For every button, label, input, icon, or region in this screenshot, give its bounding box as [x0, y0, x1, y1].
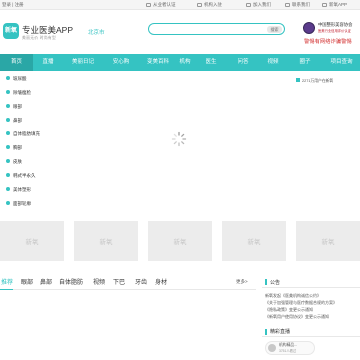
sidebar-item-eyes[interactable]: 眼部 [6, 102, 22, 112]
user-count-notice: 2271万用户在新氧 [296, 78, 333, 84]
nav-item-circles[interactable]: 圈子 [292, 54, 318, 71]
live-title: 精彩直播 [270, 329, 291, 335]
section-accent-bar [265, 279, 267, 285]
nav-item-diary[interactable]: 美丽日记 [66, 54, 100, 71]
certification-subtitle: 医美行业信用评价认证 [318, 29, 351, 33]
sidebar-item-wrinkle[interactable]: 除皱瘦脸 [6, 88, 31, 98]
announcement-item[interactable]: 《关于加强管理与医疗数据合规的方案》 [265, 300, 337, 306]
nav-item-institutions[interactable]: 机构 [172, 54, 198, 71]
sidebar-item-body-contour[interactable]: 美体塑形 [6, 185, 31, 195]
face-icon [6, 90, 10, 94]
search-input[interactable] [155, 25, 263, 34]
sidebar-item-skin[interactable]: 皮肤 [6, 157, 22, 167]
tab-active-indicator [0, 289, 13, 290]
tab-teeth[interactable]: 牙齿 [135, 277, 147, 286]
avatar [268, 344, 276, 352]
sidebar-item-face-contour[interactable]: 面部轮廓 [6, 199, 31, 209]
tab-fat[interactable]: 自体脂肪 [59, 277, 83, 286]
announcement-item[interactable]: 新氧发起《医美机构诚信公约》 [265, 293, 321, 299]
tab-recommend[interactable]: 推荐 [1, 277, 13, 286]
sidebar-item-semi-permanent[interactable]: 韩式半永久 [6, 171, 36, 181]
loading-spinner-icon [171, 131, 187, 147]
shield-icon [146, 2, 151, 7]
nav-item-video[interactable]: 视频 [260, 54, 286, 71]
tab-divider [0, 289, 256, 290]
promo-tile[interactable]: 新氧 [74, 221, 138, 261]
announcement-item[interactable]: 《新氧用户使用协议》变更公示通知 [265, 314, 329, 320]
building-icon [197, 2, 202, 7]
figure-icon [6, 187, 10, 191]
app-download-link[interactable]: 新氧APP [322, 2, 347, 8]
brush-icon [6, 173, 10, 177]
login-register-link[interactable]: 登录 | 注册 [2, 2, 24, 8]
logo[interactable]: 新氧 [3, 23, 19, 39]
skin-icon [6, 159, 10, 163]
live-card-viewers: 3751人看过 [279, 349, 297, 353]
nav-item-doctors[interactable]: 医生 [198, 54, 224, 71]
announcement-item[interactable]: 《隐私政策》变更公示通知 [265, 307, 313, 313]
nav-item-encyclopedia[interactable]: 变美百科 [140, 54, 176, 71]
tab-eyes[interactable]: 眼部 [21, 277, 33, 286]
tab-chin[interactable]: 下巴 [113, 277, 125, 286]
practitioner-cert-link[interactable]: 从业者认证 [146, 2, 176, 8]
syringe-icon [6, 76, 10, 80]
badge-icon [296, 78, 300, 82]
promo-tile[interactable]: 新氧 [148, 221, 212, 261]
nav-item-live[interactable]: 直播 [34, 54, 62, 71]
fat-icon [6, 131, 10, 135]
jaw-icon [6, 201, 10, 205]
tab-nose[interactable]: 鼻部 [40, 277, 52, 286]
contact-us-link[interactable]: 联系我们 [285, 2, 310, 8]
announcement-title: 公告 [270, 280, 281, 286]
right-panel [290, 71, 360, 214]
nav-item-home[interactable]: 首页 [0, 54, 33, 71]
nav-item-project-search[interactable]: 项目查询 [323, 54, 360, 71]
tab-body[interactable]: 身材 [155, 277, 167, 286]
search-box: 搜索 [148, 23, 285, 35]
content-tabs: 推荐 眼部 鼻部 自体脂肪 视频 下巴 牙齿 身材 [0, 277, 260, 288]
promo-tile[interactable]: 新氧 [296, 221, 360, 261]
section-accent-bar [265, 329, 267, 335]
join-us-link[interactable]: 加入我们 [246, 2, 271, 8]
more-link[interactable]: 更多> [236, 279, 248, 285]
promo-tile[interactable]: 新氧 [0, 221, 64, 261]
nav-item-qa[interactable]: 问答 [230, 54, 256, 71]
fraud-warning[interactable]: 警惕有网络诈骗警惕 [304, 37, 352, 45]
mail-icon [285, 2, 290, 7]
sidebar-item-nose[interactable]: 鼻部 [6, 116, 22, 126]
nose-icon [6, 118, 10, 122]
sidebar-item-chest[interactable]: 胸部 [6, 143, 22, 153]
association-seal-icon [303, 22, 315, 34]
city-selector[interactable]: 北京市 [88, 28, 105, 36]
eye-icon [6, 104, 10, 108]
top-utility-bar: 登录 | 注册 从业者认证 机构入驻 加入我们 联系我们 新氧APP [0, 0, 360, 10]
phone-icon [322, 2, 327, 7]
sidebar-item-fat-graft[interactable]: 自体脂肪填充 [6, 129, 40, 139]
app-title: 专业医美APP [22, 25, 74, 35]
tab-video[interactable]: 视频 [93, 277, 105, 286]
app-subtitle: 美丽无价 时尚有型 [22, 36, 57, 40]
sidebar-item-hyaluronic[interactable]: 玻尿酸 [6, 74, 27, 84]
main-nav: 首页 直播 美丽日记 安心购 变美百科 机构 医生 问答 视频 圈子 项目查询 [0, 54, 360, 71]
search-button[interactable]: 搜索 [267, 26, 282, 33]
promo-tile[interactable]: 新氧 [222, 221, 286, 261]
institution-join-link[interactable]: 机构入驻 [197, 2, 222, 8]
user-icon [246, 2, 251, 7]
body-icon [6, 145, 10, 149]
nav-item-safe-buy[interactable]: 安心购 [106, 54, 136, 71]
